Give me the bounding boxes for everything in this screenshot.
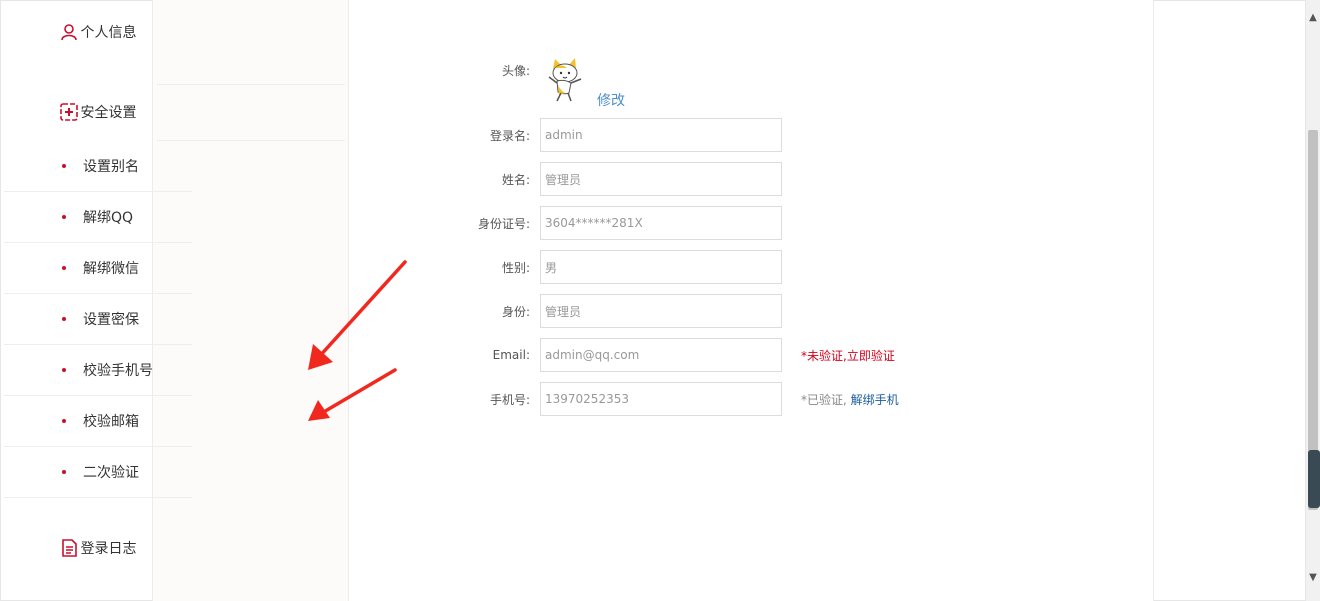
form-row-phone: 手机号: — [470, 382, 782, 416]
scroll-up-icon[interactable]: ▲ — [1306, 8, 1320, 26]
bullet-icon — [62, 215, 66, 219]
form-row-identity: 身份: — [470, 294, 782, 328]
sidebar-item-label: 设置别名 — [83, 159, 139, 175]
phone-label: 手机号: — [489, 392, 530, 407]
identity-label: 身份: — [501, 304, 530, 319]
side-widget[interactable] — [1308, 450, 1320, 508]
sidebar-item-label: 校验邮箱 — [83, 414, 139, 430]
sidebar-item-label: 二次验证 — [83, 465, 139, 481]
avatar-row: 头像: — [470, 62, 540, 79]
sidebar-header-label: 个人信息 — [80, 25, 137, 41]
sidebar-item-verify-phone[interactable]: 校验手机号 — [4, 345, 192, 396]
edit-avatar-link[interactable]: 修改 — [597, 90, 625, 110]
id-number-label: 身份证号: — [477, 216, 530, 231]
unbind-phone-link[interactable]: 解绑手机 — [851, 393, 899, 407]
email-input[interactable] — [540, 338, 782, 372]
id-number-input[interactable] — [540, 206, 782, 240]
email-verify-link[interactable]: *未验证,立即验证 — [801, 347, 895, 364]
sidebar-item-unbind-wechat[interactable]: 解绑微信 — [4, 243, 192, 294]
sidebar-header-label: 登录日志 — [80, 541, 137, 557]
bullet-icon — [62, 419, 66, 423]
name-input[interactable] — [540, 162, 782, 196]
phone-input[interactable] — [540, 382, 782, 416]
form-row-name: 姓名: — [470, 162, 782, 196]
sidebar-header-security[interactable]: 安全设置 — [4, 102, 192, 122]
bullet-icon — [62, 266, 66, 270]
sidebar-item-label: 校验手机号 — [83, 363, 153, 379]
bullet-icon — [62, 317, 66, 321]
form-row-email: Email: — [470, 338, 782, 372]
form-row-id-number: 身份证号: — [470, 206, 782, 240]
sidebar-header-label: 安全设置 — [80, 105, 137, 121]
login-name-label: 登录名: — [489, 128, 530, 143]
vertical-scrollbar[interactable]: ▲ ▼ — [1306, 0, 1320, 601]
gender-label: 性别: — [501, 260, 530, 275]
phone-verified-hint: *已验证, 解绑手机 — [801, 391, 899, 408]
sidebar-item-verify-email[interactable]: 校验邮箱 — [4, 396, 192, 447]
sidebar-header-personal-info[interactable]: 个人信息 — [4, 22, 192, 42]
sidebar-item-label: 解绑QQ — [83, 210, 134, 226]
name-label: 姓名: — [501, 172, 530, 187]
sidebar-item-security-question[interactable]: 设置密保 — [4, 294, 192, 345]
bullet-icon — [62, 164, 66, 168]
sidebar-item-label: 设置密保 — [83, 312, 139, 328]
identity-input[interactable] — [540, 294, 782, 328]
shield-icon — [59, 103, 78, 121]
avatar-label: 头像: — [501, 64, 530, 78]
gender-input[interactable] — [540, 250, 782, 284]
user-icon — [60, 23, 78, 41]
bullet-icon — [62, 470, 66, 474]
phone-verified-text: *已验证, — [801, 393, 851, 407]
form-row-gender: 性别: — [470, 250, 782, 284]
divider — [157, 84, 345, 85]
document-icon — [60, 539, 78, 557]
login-name-input[interactable] — [540, 118, 782, 152]
scroll-down-icon[interactable]: ▼ — [1306, 568, 1320, 586]
sidebar-item-unbind-qq[interactable]: 解绑QQ — [4, 192, 192, 243]
sidebar-item-set-alias[interactable]: 设置别名 — [4, 141, 192, 192]
avatar[interactable] — [541, 55, 591, 105]
email-label: Email: — [492, 348, 530, 362]
form-row-login-name: 登录名: — [470, 118, 782, 152]
sidebar-header-login-log[interactable]: 登录日志 — [4, 538, 192, 558]
bullet-icon — [62, 368, 66, 372]
sidebar-item-two-factor[interactable]: 二次验证 — [4, 447, 192, 498]
sidebar-item-label: 解绑微信 — [83, 261, 139, 277]
